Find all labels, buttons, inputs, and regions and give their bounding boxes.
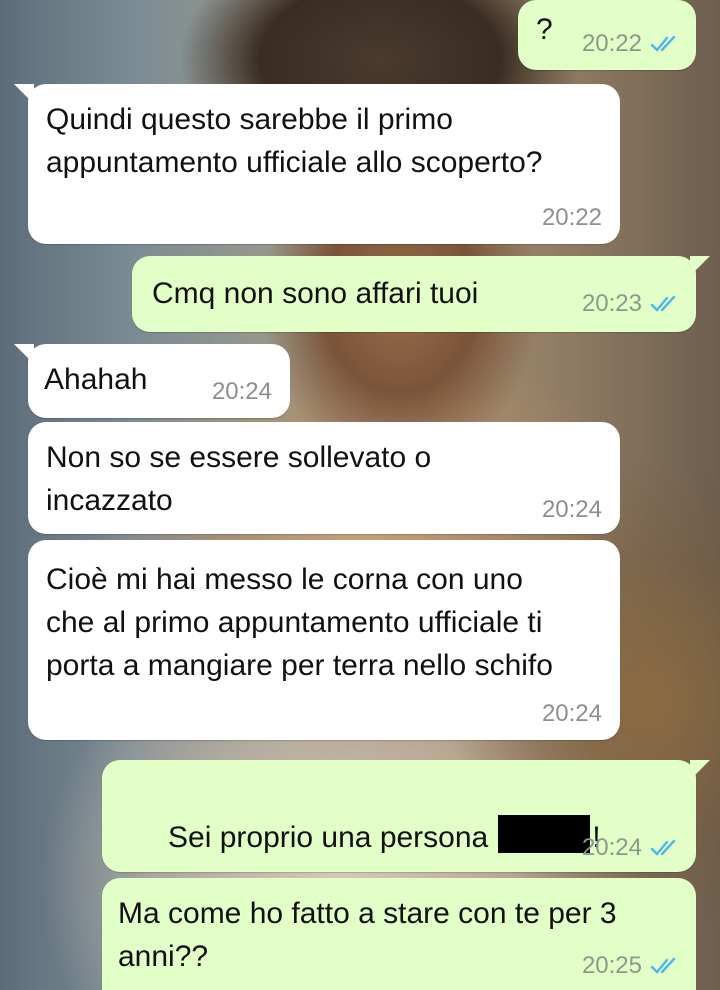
bubble-tail <box>14 344 34 364</box>
message-meta: 20:24 <box>582 834 680 862</box>
message-meta: 20:25 <box>582 952 680 980</box>
outgoing-message[interactable]: ? 20:22 <box>518 0 696 70</box>
message-time: 20:24 <box>211 378 272 405</box>
double-check-icon <box>650 839 676 856</box>
message-time: 20:24 <box>581 834 642 861</box>
outgoing-message[interactable]: Cmq non sono affari tuoi 20:23 <box>132 256 710 332</box>
message-text: Ahahah <box>44 363 148 396</box>
message-text: Cioè mi hai messo le corna con uno che a… <box>46 563 553 682</box>
redaction-block <box>498 815 591 853</box>
message-text: Non so se essere sollevato o incazzato <box>46 441 440 517</box>
message-text: Cmq non sono affari tuoi <box>152 277 479 310</box>
message-time: 20:25 <box>581 952 642 979</box>
bubble-tail <box>690 256 710 276</box>
outgoing-message[interactable]: Ma come ho fatto a stare con te per 3 an… <box>102 878 696 990</box>
message-time: 20:24 <box>541 700 602 727</box>
message-time: 20:24 <box>541 496 602 523</box>
double-check-icon <box>650 35 676 52</box>
message-time: 20:23 <box>581 290 642 317</box>
bubble-tail <box>690 760 710 780</box>
message-text: Quindi questo sarebbe il primo appuntame… <box>46 103 543 179</box>
message-text: Ma come ho fatto a stare con te per 3 an… <box>118 897 625 973</box>
message-meta: 20:23 <box>582 290 680 318</box>
incoming-message[interactable]: Cioè mi hai messo le corna con uno che a… <box>28 540 620 740</box>
message-text-before: Sei proprio una persona <box>168 821 489 854</box>
message-time: 20:22 <box>541 204 602 231</box>
message-meta: 20:24 <box>542 496 602 524</box>
message-text: ? <box>536 13 553 46</box>
incoming-message[interactable]: Ahahah 20:24 <box>14 344 290 418</box>
bubble-tail <box>14 84 34 104</box>
double-check-icon <box>650 295 676 312</box>
double-check-icon <box>650 957 676 974</box>
message-time: 20:22 <box>581 30 642 57</box>
outgoing-message[interactable]: Sei proprio una persona! 20:24 <box>102 760 710 872</box>
message-meta: 20:24 <box>212 378 272 406</box>
message-meta: 20:22 <box>542 204 602 232</box>
message-meta: 20:24 <box>542 700 602 728</box>
message-meta: 20:22 <box>582 30 680 58</box>
incoming-message[interactable]: Quindi questo sarebbe il primo appuntame… <box>14 84 620 244</box>
incoming-message[interactable]: Non so se essere sollevato o incazzato 2… <box>28 422 620 534</box>
